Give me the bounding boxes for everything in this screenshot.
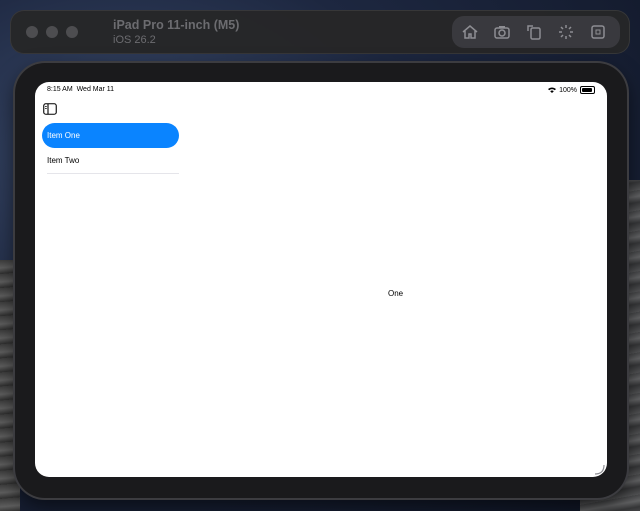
home-button[interactable]	[460, 22, 480, 42]
home-icon	[462, 25, 478, 39]
list-item-item-one[interactable]: Item One	[42, 123, 179, 148]
status-bar: 8:15 AM Wed Mar 11 100%	[47, 86, 595, 98]
wifi-icon	[548, 87, 557, 93]
shake-icon	[559, 25, 573, 39]
list-item-label: Item Two	[47, 156, 80, 165]
sidebar-toggle-button[interactable]	[43, 102, 57, 115]
status-time-date: 8:15 AM Wed Mar 11	[47, 86, 114, 93]
simulator-toolbar: iPad Pro 11-inch (M5) iOS 26.2	[10, 10, 630, 54]
status-right: 100%	[548, 86, 595, 94]
device-name: iPad Pro 11-inch (M5)	[113, 18, 240, 32]
close-window-button[interactable]	[26, 26, 38, 38]
rotate-icon	[527, 25, 541, 40]
status-time: 8:15 AM	[47, 86, 73, 93]
minimize-window-button[interactable]	[46, 26, 58, 38]
status-date: Wed Mar 11	[76, 86, 115, 93]
divider	[47, 173, 179, 174]
list-item-item-two[interactable]: Item Two	[42, 148, 179, 173]
ipad-frame: 8:15 AM Wed Mar 11 100% Item One Item Tw…	[15, 63, 627, 498]
rotate-button[interactable]	[524, 22, 544, 42]
sidebar-icon	[43, 103, 57, 115]
simulator-tools	[452, 16, 620, 48]
os-version: iOS 26.2	[113, 34, 156, 46]
sidebar-list: Item One Item Two	[42, 123, 179, 174]
keyboard-icon	[591, 25, 605, 39]
battery-icon	[580, 86, 595, 94]
detail-text: One	[388, 289, 404, 298]
zoom-window-button[interactable]	[66, 26, 78, 38]
keyboard-button[interactable]	[588, 22, 608, 42]
shake-button[interactable]	[556, 22, 576, 42]
list-item-label: Item One	[47, 131, 80, 140]
screenshot-button[interactable]	[492, 22, 512, 42]
ipad-screen: 8:15 AM Wed Mar 11 100% Item One Item Tw…	[35, 82, 607, 477]
battery-percent: 100%	[559, 86, 577, 94]
screenshot-icon	[494, 26, 510, 39]
resize-handle-icon[interactable]	[593, 463, 605, 475]
